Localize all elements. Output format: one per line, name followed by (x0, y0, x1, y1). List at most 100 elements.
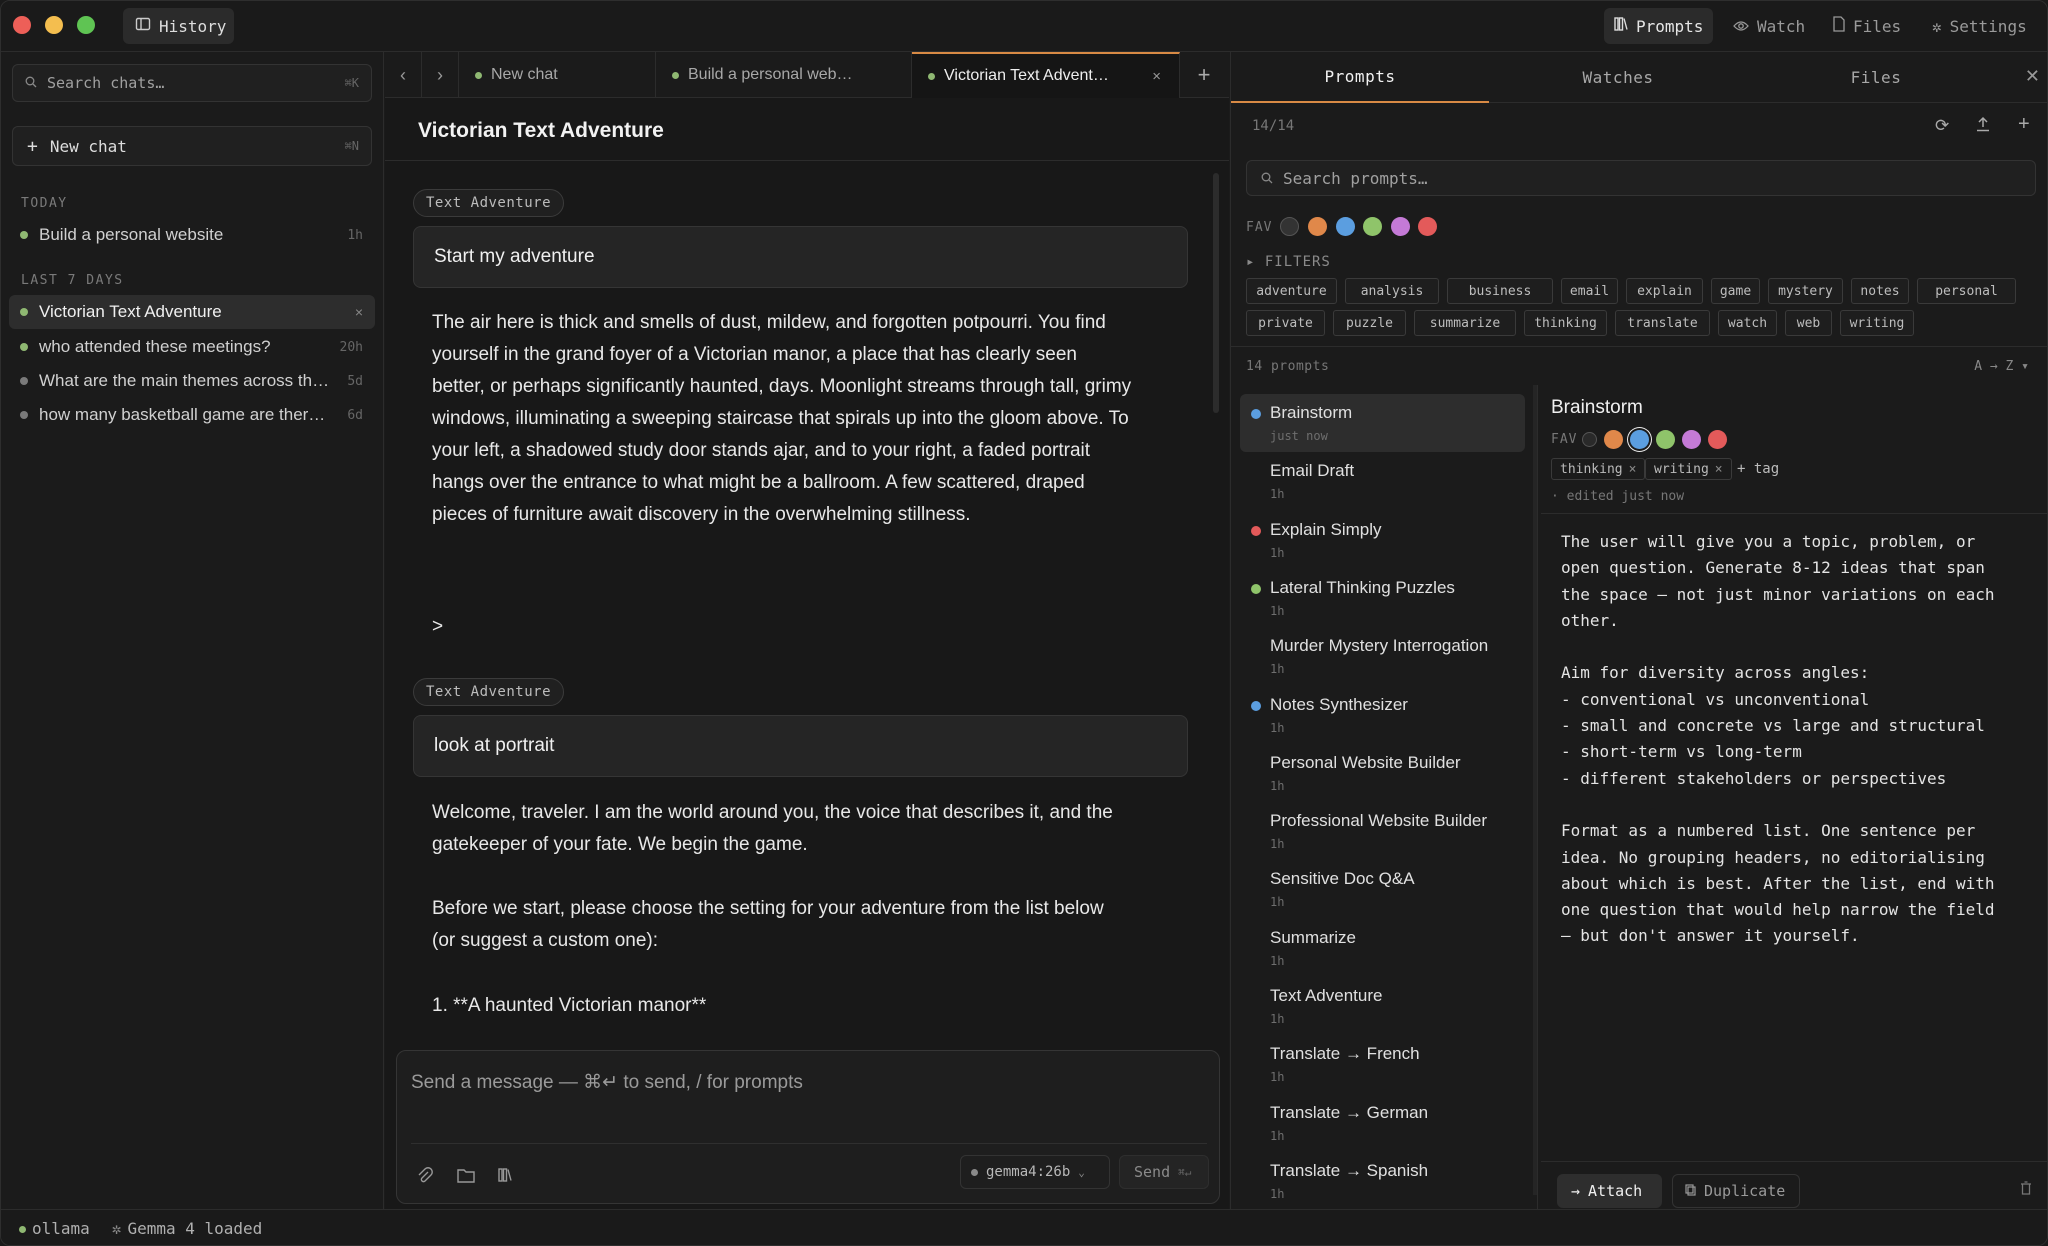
minimize-window-button[interactable] (45, 16, 63, 34)
prompt-list-item[interactable]: Murder Mystery Interrogation 1h (1240, 627, 1525, 685)
plus-icon: + (27, 135, 38, 157)
upload-icon[interactable] (1976, 116, 1990, 137)
fav-color-swatch[interactable] (1604, 430, 1623, 449)
file-icon (1833, 16, 1845, 36)
nav-files[interactable]: Files (1823, 8, 1911, 44)
filter-chip[interactable]: analysis (1345, 278, 1439, 304)
filter-chip[interactable]: personal (1917, 278, 2016, 304)
prompt-list-item[interactable]: Professional Website Builder 1h (1240, 802, 1525, 860)
chat-item[interactable]: how many basketball game are ther… 6d (9, 398, 375, 432)
filter-chip[interactable]: notes (1851, 278, 1909, 304)
close-icon[interactable]: × (355, 304, 363, 320)
status-dot (20, 308, 28, 316)
tag-chip[interactable]: thinking × (1551, 458, 1646, 480)
fav-color-swatch[interactable] (1630, 430, 1649, 449)
filter-chip[interactable]: explain (1626, 278, 1703, 304)
filter-chip[interactable]: summarize (1414, 310, 1516, 336)
prompt-list-item[interactable]: Translate → French 1h (1240, 1035, 1525, 1093)
filter-chip[interactable]: translate (1615, 310, 1710, 336)
forward-arrow-icon[interactable]: › (422, 52, 459, 98)
filter-chip[interactable]: thinking (1524, 310, 1607, 336)
close-window-button[interactable] (13, 16, 31, 34)
paperclip-icon[interactable] (417, 1167, 433, 1190)
tab-watches[interactable]: Watches (1489, 52, 1747, 103)
prompt-list-item[interactable]: Translate → German 1h (1240, 1094, 1525, 1152)
filter-chip[interactable]: game (1711, 278, 1760, 304)
fav-none-swatch[interactable] (1582, 432, 1597, 447)
chat-item[interactable]: What are the main themes across th… 5d (9, 364, 375, 398)
back-arrow-icon[interactable]: ‹ (385, 52, 422, 98)
close-icon[interactable]: × (1629, 462, 1637, 477)
prompt-list-item[interactable]: Summarize 1h (1240, 919, 1525, 977)
fav-color-swatch[interactable] (1656, 430, 1675, 449)
model-selector[interactable]: gemma4:26b ⌄ (960, 1155, 1110, 1189)
library-icon[interactable] (498, 1167, 512, 1188)
tab-victorian[interactable]: Victorian Text Advent… × (912, 52, 1180, 98)
add-prompt-icon[interactable]: + (2018, 113, 2030, 136)
chat-item-active[interactable]: Victorian Text Adventure × (9, 295, 375, 329)
prompt-list-item[interactable]: Explain Simply 1h (1240, 511, 1525, 569)
fav-color-filter[interactable] (1308, 217, 1327, 236)
search-prompts-input[interactable]: Search prompts… (1246, 160, 2036, 196)
filter-chip[interactable]: email (1561, 278, 1618, 304)
chat-item[interactable]: Build a personal website 1h (9, 218, 375, 252)
tab-prompts[interactable]: Prompts (1231, 52, 1489, 103)
refresh-icon[interactable]: ⟳ (1935, 116, 1949, 136)
filters-toggle[interactable]: ▸ FILTERS (1246, 254, 1331, 270)
attach-button[interactable]: → Attach (1557, 1174, 1662, 1208)
fav-color-swatch[interactable] (1682, 430, 1701, 449)
prompt-list-item[interactable]: Brainstorm just now (1240, 394, 1525, 452)
prompt-body-editor[interactable]: The user will give you a topic, problem,… (1561, 529, 2041, 950)
history-toggle-button[interactable]: History (123, 8, 234, 44)
tab-new-chat[interactable]: New chat (459, 52, 656, 98)
filter-chip[interactable]: mystery (1768, 278, 1843, 304)
prompt-list-item[interactable]: Text Adventure 1h (1240, 977, 1525, 1035)
message-composer[interactable]: Send a message — ⌘↵ to send, / for promp… (396, 1050, 1220, 1204)
prompt-name: Translate → French (1270, 1044, 1420, 1064)
fav-color-filter[interactable] (1390, 217, 1410, 236)
fav-filter-none[interactable] (1280, 217, 1299, 236)
folder-icon[interactable] (457, 1167, 475, 1188)
filter-chip[interactable]: writing (1840, 310, 1914, 336)
fav-color-filter[interactable] (1418, 217, 1437, 236)
sort-button[interactable]: A → Z ▾ (1974, 359, 2029, 374)
prompt-list-item[interactable]: Notes Synthesizer 1h (1240, 686, 1525, 744)
prompt-list-item[interactable]: Email Draft 1h (1240, 452, 1525, 510)
scrollbar[interactable] (1213, 173, 1219, 413)
maximize-window-button[interactable] (77, 16, 95, 34)
message-list[interactable]: Text Adventure Start my adventure The ai… (385, 160, 1229, 1046)
tab-build-website[interactable]: Build a personal web… (656, 52, 912, 98)
prompt-list-item[interactable]: Sensitive Doc Q&A 1h (1240, 860, 1525, 918)
nav-prompts[interactable]: Prompts (1604, 8, 1714, 44)
fav-color-filter[interactable] (1363, 217, 1382, 236)
eye-icon (1733, 17, 1749, 36)
new-chat-button[interactable]: + New chat ⌘N (12, 126, 372, 166)
prompt-list-item[interactable]: Lateral Thinking Puzzles 1h (1240, 569, 1525, 627)
prompt-name: Lateral Thinking Puzzles (1270, 577, 1455, 597)
prompt-list: Brainstorm just now Email Draft 1h Explain S… (1231, 385, 1536, 1205)
trash-icon[interactable] (2020, 1181, 2032, 1200)
close-icon[interactable]: × (1715, 462, 1723, 477)
prompt-list-item[interactable]: Personal Website Builder 1h (1240, 744, 1525, 802)
send-button[interactable]: Send ⌘↵ (1119, 1155, 1209, 1189)
fav-color-filter[interactable] (1335, 217, 1355, 236)
add-tag-button[interactable]: + tag (1737, 461, 1779, 477)
nav-watch[interactable]: Watch (1723, 8, 1815, 44)
nav-settings[interactable]: ✲ Settings (1922, 8, 2037, 44)
new-tab-button[interactable]: + (1180, 52, 1228, 98)
filter-chip[interactable]: private (1246, 310, 1325, 336)
close-tab-icon[interactable]: × (1152, 68, 1161, 85)
search-chats-input[interactable]: Search chats… ⌘K (12, 64, 372, 102)
chat-item[interactable]: who attended these meetings? 20h (9, 330, 375, 364)
tab-files[interactable]: Files (1747, 52, 2005, 103)
filter-chip[interactable]: business (1447, 278, 1553, 304)
filter-chip[interactable]: puzzle (1333, 310, 1406, 336)
filter-chip[interactable]: watch (1718, 310, 1777, 336)
duplicate-button[interactable]: Duplicate (1672, 1174, 1800, 1208)
close-panel-icon[interactable]: ✕ (2025, 66, 2040, 87)
prompt-list-item[interactable]: Translate → Spanish 1h (1240, 1152, 1525, 1210)
tag-chip[interactable]: writing × (1645, 458, 1732, 480)
filter-chip[interactable]: adventure (1246, 278, 1337, 304)
filter-chip[interactable]: web (1785, 310, 1832, 336)
fav-color-swatch[interactable] (1708, 430, 1727, 449)
